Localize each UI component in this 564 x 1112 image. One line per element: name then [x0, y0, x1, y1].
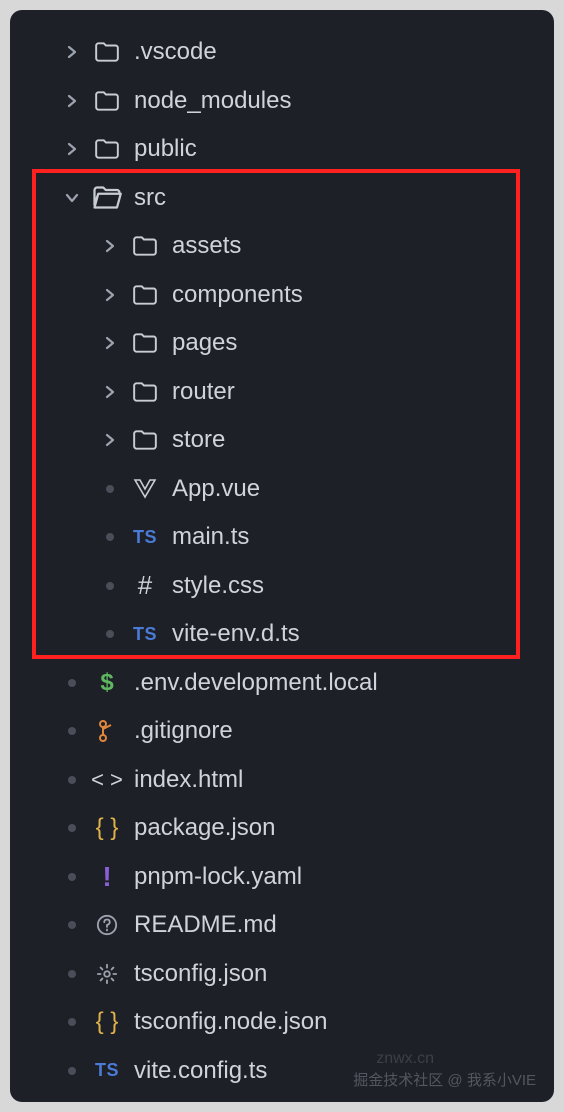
file-label: tsconfig.json: [134, 960, 267, 988]
file-tree-item[interactable]: tsconfig.json: [18, 950, 546, 999]
bullet-icon: [62, 970, 82, 978]
file-label: .env.development.local: [134, 669, 378, 697]
folder-icon: [92, 138, 122, 160]
folder-open-icon: [92, 185, 122, 210]
bullet-icon: [100, 582, 120, 590]
bullet-icon: [100, 533, 120, 541]
file-tree-item[interactable]: pages: [18, 319, 546, 368]
bullet-icon: [62, 921, 82, 929]
file-label: pnpm-lock.yaml: [134, 863, 302, 891]
file-tree-item[interactable]: App.vue: [18, 465, 546, 514]
file-label: node_modules: [134, 87, 291, 115]
css-icon: #: [130, 570, 160, 601]
folder-icon: [92, 90, 122, 112]
bullet-icon: [62, 1067, 82, 1075]
file-tree-item[interactable]: components: [18, 271, 546, 320]
html-icon: < >: [92, 767, 122, 793]
folder-icon: [130, 284, 160, 306]
chevron-right-icon[interactable]: [100, 239, 120, 253]
file-tree-item[interactable]: $ .env.development.local: [18, 659, 546, 708]
file-tree-item[interactable]: store: [18, 416, 546, 465]
bullet-icon: [100, 485, 120, 493]
chevron-right-icon[interactable]: [62, 45, 82, 59]
file-label: index.html: [134, 766, 243, 794]
file-label: vite.config.ts: [134, 1057, 267, 1085]
file-tree-item[interactable]: .gitignore: [18, 707, 546, 756]
file-tree-item[interactable]: TS vite-env.d.ts: [18, 610, 546, 659]
chevron-right-icon[interactable]: [100, 433, 120, 447]
git-icon: [92, 719, 122, 743]
file-tree-item[interactable]: node_modules: [18, 77, 546, 126]
file-label: tsconfig.node.json: [134, 1008, 327, 1036]
yaml-icon: !: [92, 861, 122, 893]
file-tree-item[interactable]: README.md: [18, 901, 546, 950]
bullet-icon: [62, 824, 82, 832]
bullet-icon: [62, 873, 82, 881]
file-tree-item[interactable]: assets: [18, 222, 546, 271]
folder-icon: [130, 429, 160, 451]
file-explorer-panel: .vscode node_modulespublic srcassets compon…: [10, 10, 554, 1102]
file-label: README.md: [134, 911, 277, 939]
file-tree-item[interactable]: router: [18, 368, 546, 417]
file-label: router: [172, 378, 235, 406]
file-label: package.json: [134, 814, 275, 842]
bullet-icon: [62, 776, 82, 784]
readme-icon: [92, 914, 122, 936]
watermark-text: 掘金技术社区 @ 我系小VIE: [353, 1069, 536, 1090]
bullet-icon: [62, 679, 82, 687]
file-label: style.css: [172, 572, 264, 600]
folder-icon: [130, 332, 160, 354]
env-icon: $: [92, 669, 122, 697]
file-label: assets: [172, 232, 241, 260]
watermark-text: znwx.cn: [376, 1050, 434, 1068]
file-tree-item[interactable]: TS main.ts: [18, 513, 546, 562]
vue-icon: [130, 478, 160, 500]
chevron-right-icon[interactable]: [100, 385, 120, 399]
typescript-icon: TS: [130, 624, 160, 645]
file-tree-item[interactable]: .vscode: [18, 28, 546, 77]
chevron-right-icon[interactable]: [100, 288, 120, 302]
file-label: components: [172, 281, 303, 309]
file-label: pages: [172, 329, 237, 357]
file-tree: .vscode node_modulespublic srcassets compon…: [18, 28, 546, 1095]
bullet-icon: [100, 630, 120, 638]
file-label: .gitignore: [134, 717, 233, 745]
file-tree-item[interactable]: < > index.html: [18, 756, 546, 805]
typescript-icon: TS: [130, 527, 160, 548]
json-icon: { }: [92, 1008, 122, 1036]
file-label: public: [134, 135, 197, 163]
file-tree-item[interactable]: { } tsconfig.node.json: [18, 998, 546, 1047]
typescript-icon: TS: [92, 1060, 122, 1081]
file-tree-item[interactable]: ! pnpm-lock.yaml: [18, 853, 546, 902]
file-label: store: [172, 426, 225, 454]
bullet-icon: [62, 727, 82, 735]
chevron-right-icon[interactable]: [62, 142, 82, 156]
folder-icon: [92, 41, 122, 63]
file-label: App.vue: [172, 475, 260, 503]
chevron-right-icon[interactable]: [62, 94, 82, 108]
bullet-icon: [62, 1018, 82, 1026]
file-tree-item[interactable]: # style.css: [18, 562, 546, 611]
chevron-down-icon[interactable]: [62, 192, 82, 204]
folder-icon: [130, 381, 160, 403]
file-label: main.ts: [172, 523, 249, 551]
file-label: src: [134, 184, 166, 212]
chevron-right-icon[interactable]: [100, 336, 120, 350]
file-label: vite-env.d.ts: [172, 620, 300, 648]
file-label: .vscode: [134, 38, 217, 66]
file-tree-item[interactable]: public: [18, 125, 546, 174]
json-icon: { }: [92, 814, 122, 842]
file-tree-item[interactable]: { } package.json: [18, 804, 546, 853]
file-tree-item[interactable]: src: [18, 174, 546, 223]
config-icon: [92, 963, 122, 985]
folder-icon: [130, 235, 160, 257]
